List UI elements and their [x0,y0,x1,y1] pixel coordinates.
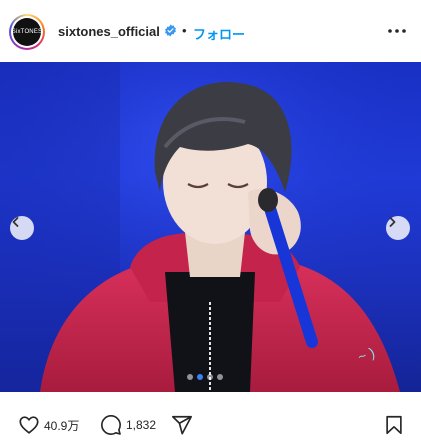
save-action [383,414,405,436]
more-options-icon[interactable] [386,22,408,40]
carousel-dot [207,374,213,380]
share-action [171,414,193,436]
comment-count[interactable]: 1,832 [126,418,156,432]
comment-icon[interactable] [100,414,122,436]
carousel-dot-active [197,374,203,380]
username-link[interactable]: sixtones_official [58,24,160,39]
carousel-next-button[interactable] [386,216,410,240]
performer-illustration: ~ ) [0,62,421,392]
post-photo[interactable]: ~ ) [0,62,421,392]
share-icon[interactable] [171,414,193,436]
carousel-dot [187,374,193,380]
action-bar: 40.9万 1,832 [0,400,421,445]
follow-button[interactable]: フォロー [193,24,245,43]
heart-icon[interactable] [18,414,40,436]
verified-badge-icon [165,24,176,37]
avatar-frame: SixTONES [11,16,43,48]
carousel-prev-button[interactable] [10,216,34,240]
chevron-left-icon [12,217,19,227]
avatar[interactable]: SixTONES [9,14,45,50]
bookmark-icon[interactable] [383,414,405,436]
post-header: SixTONES sixtones_official • フォロー [0,0,421,62]
chevron-right-icon [389,217,396,227]
avatar-logo: SixTONES [13,18,41,46]
comment-action: 1,832 [100,414,156,436]
like-count[interactable]: 40.9万 [44,417,79,434]
carousel-dot [217,374,223,380]
separator-dot: • [182,23,187,38]
like-action: 40.9万 [18,414,79,436]
carousel-indicator [187,374,223,380]
